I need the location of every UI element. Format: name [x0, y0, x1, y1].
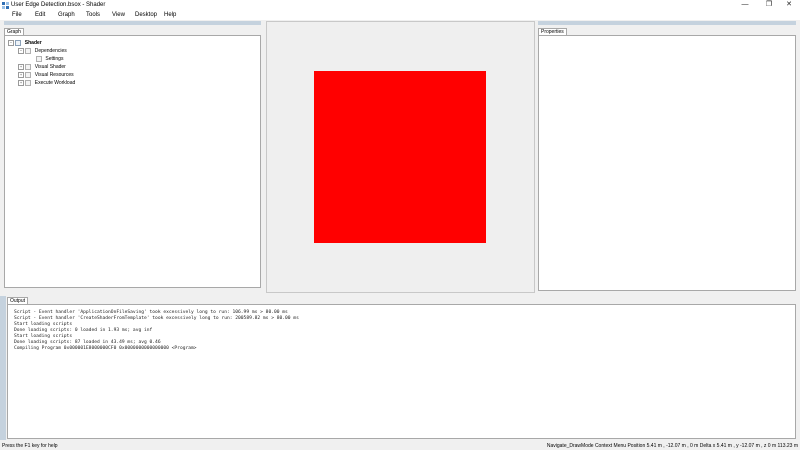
menu-help[interactable]: Help — [164, 11, 176, 19]
menu-view[interactable]: View — [112, 11, 125, 19]
rendered-red-quad — [314, 71, 486, 243]
tree-node-label: Visual Shader — [34, 64, 66, 70]
tree-node-execute-workload[interactable]: + Execute Workload — [8, 79, 75, 87]
menu-desktop[interactable]: Desktop — [135, 11, 157, 19]
tree-node-shader[interactable]: − Shader — [8, 39, 75, 47]
tree-node-label: Execute Workload — [34, 80, 76, 86]
tree-node-visual-shader[interactable]: + Visual Shader — [8, 63, 75, 71]
collapse-toggle-icon[interactable]: − — [8, 40, 14, 46]
shader-document-icon — [15, 40, 22, 46]
menu-edit[interactable]: Edit — [35, 11, 45, 19]
expand-toggle-icon[interactable]: + — [18, 72, 24, 78]
tree-node-label: Dependencies — [34, 48, 67, 54]
tree-node-visual-resources[interactable]: + Visual Resources — [8, 71, 75, 79]
menu-graph[interactable]: Graph — [58, 11, 75, 19]
app-logo-icon — [2, 1, 9, 9]
restore-button[interactable]: ❐ — [758, 0, 780, 10]
window-title: User Edge Detection.bsox - Shader — [11, 1, 106, 8]
status-position-readout: Navigate_DrawMode Context Menu Position … — [546, 443, 798, 449]
settings-item-icon — [36, 56, 42, 62]
output-panel-grip[interactable] — [0, 296, 6, 440]
graph-panel: − Shader − Dependencies Settings + Visua… — [4, 35, 261, 288]
status-help-text: Press the F1 key for help — [2, 443, 58, 449]
folder-icon — [25, 72, 32, 78]
expand-toggle-icon[interactable]: + — [18, 64, 24, 70]
menu-file[interactable]: File — [12, 11, 22, 19]
title-bar — [0, 0, 800, 10]
tree-node-label: Visual Resources — [34, 72, 74, 78]
tree-node-label: Shader — [24, 40, 42, 46]
log-line: Compiling Program 0x000001E8000000CF0 0x… — [14, 346, 197, 351]
output-log: Script - Event handler 'ApplicationOnFil… — [14, 310, 299, 352]
minimize-button[interactable]: — — [734, 0, 756, 10]
properties-panel-grip[interactable] — [538, 21, 796, 25]
tree-node-label: Settings — [45, 56, 64, 62]
folder-icon — [25, 48, 32, 54]
properties-panel — [538, 35, 796, 291]
graph-panel-grip[interactable] — [4, 21, 261, 25]
tree-node-dependencies[interactable]: − Dependencies — [8, 47, 75, 55]
output-panel: Script - Event handler 'ApplicationOnFil… — [7, 304, 796, 439]
close-button[interactable]: ✕ — [778, 0, 800, 10]
folder-icon — [25, 80, 32, 86]
folder-icon — [25, 64, 32, 70]
expand-toggle-icon[interactable]: + — [18, 80, 24, 86]
menu-tools[interactable]: Tools — [86, 11, 100, 19]
tree-node-settings[interactable]: Settings — [8, 55, 75, 63]
collapse-toggle-icon[interactable]: − — [18, 48, 24, 54]
tree-view: − Shader − Dependencies Settings + Visua… — [8, 39, 75, 87]
